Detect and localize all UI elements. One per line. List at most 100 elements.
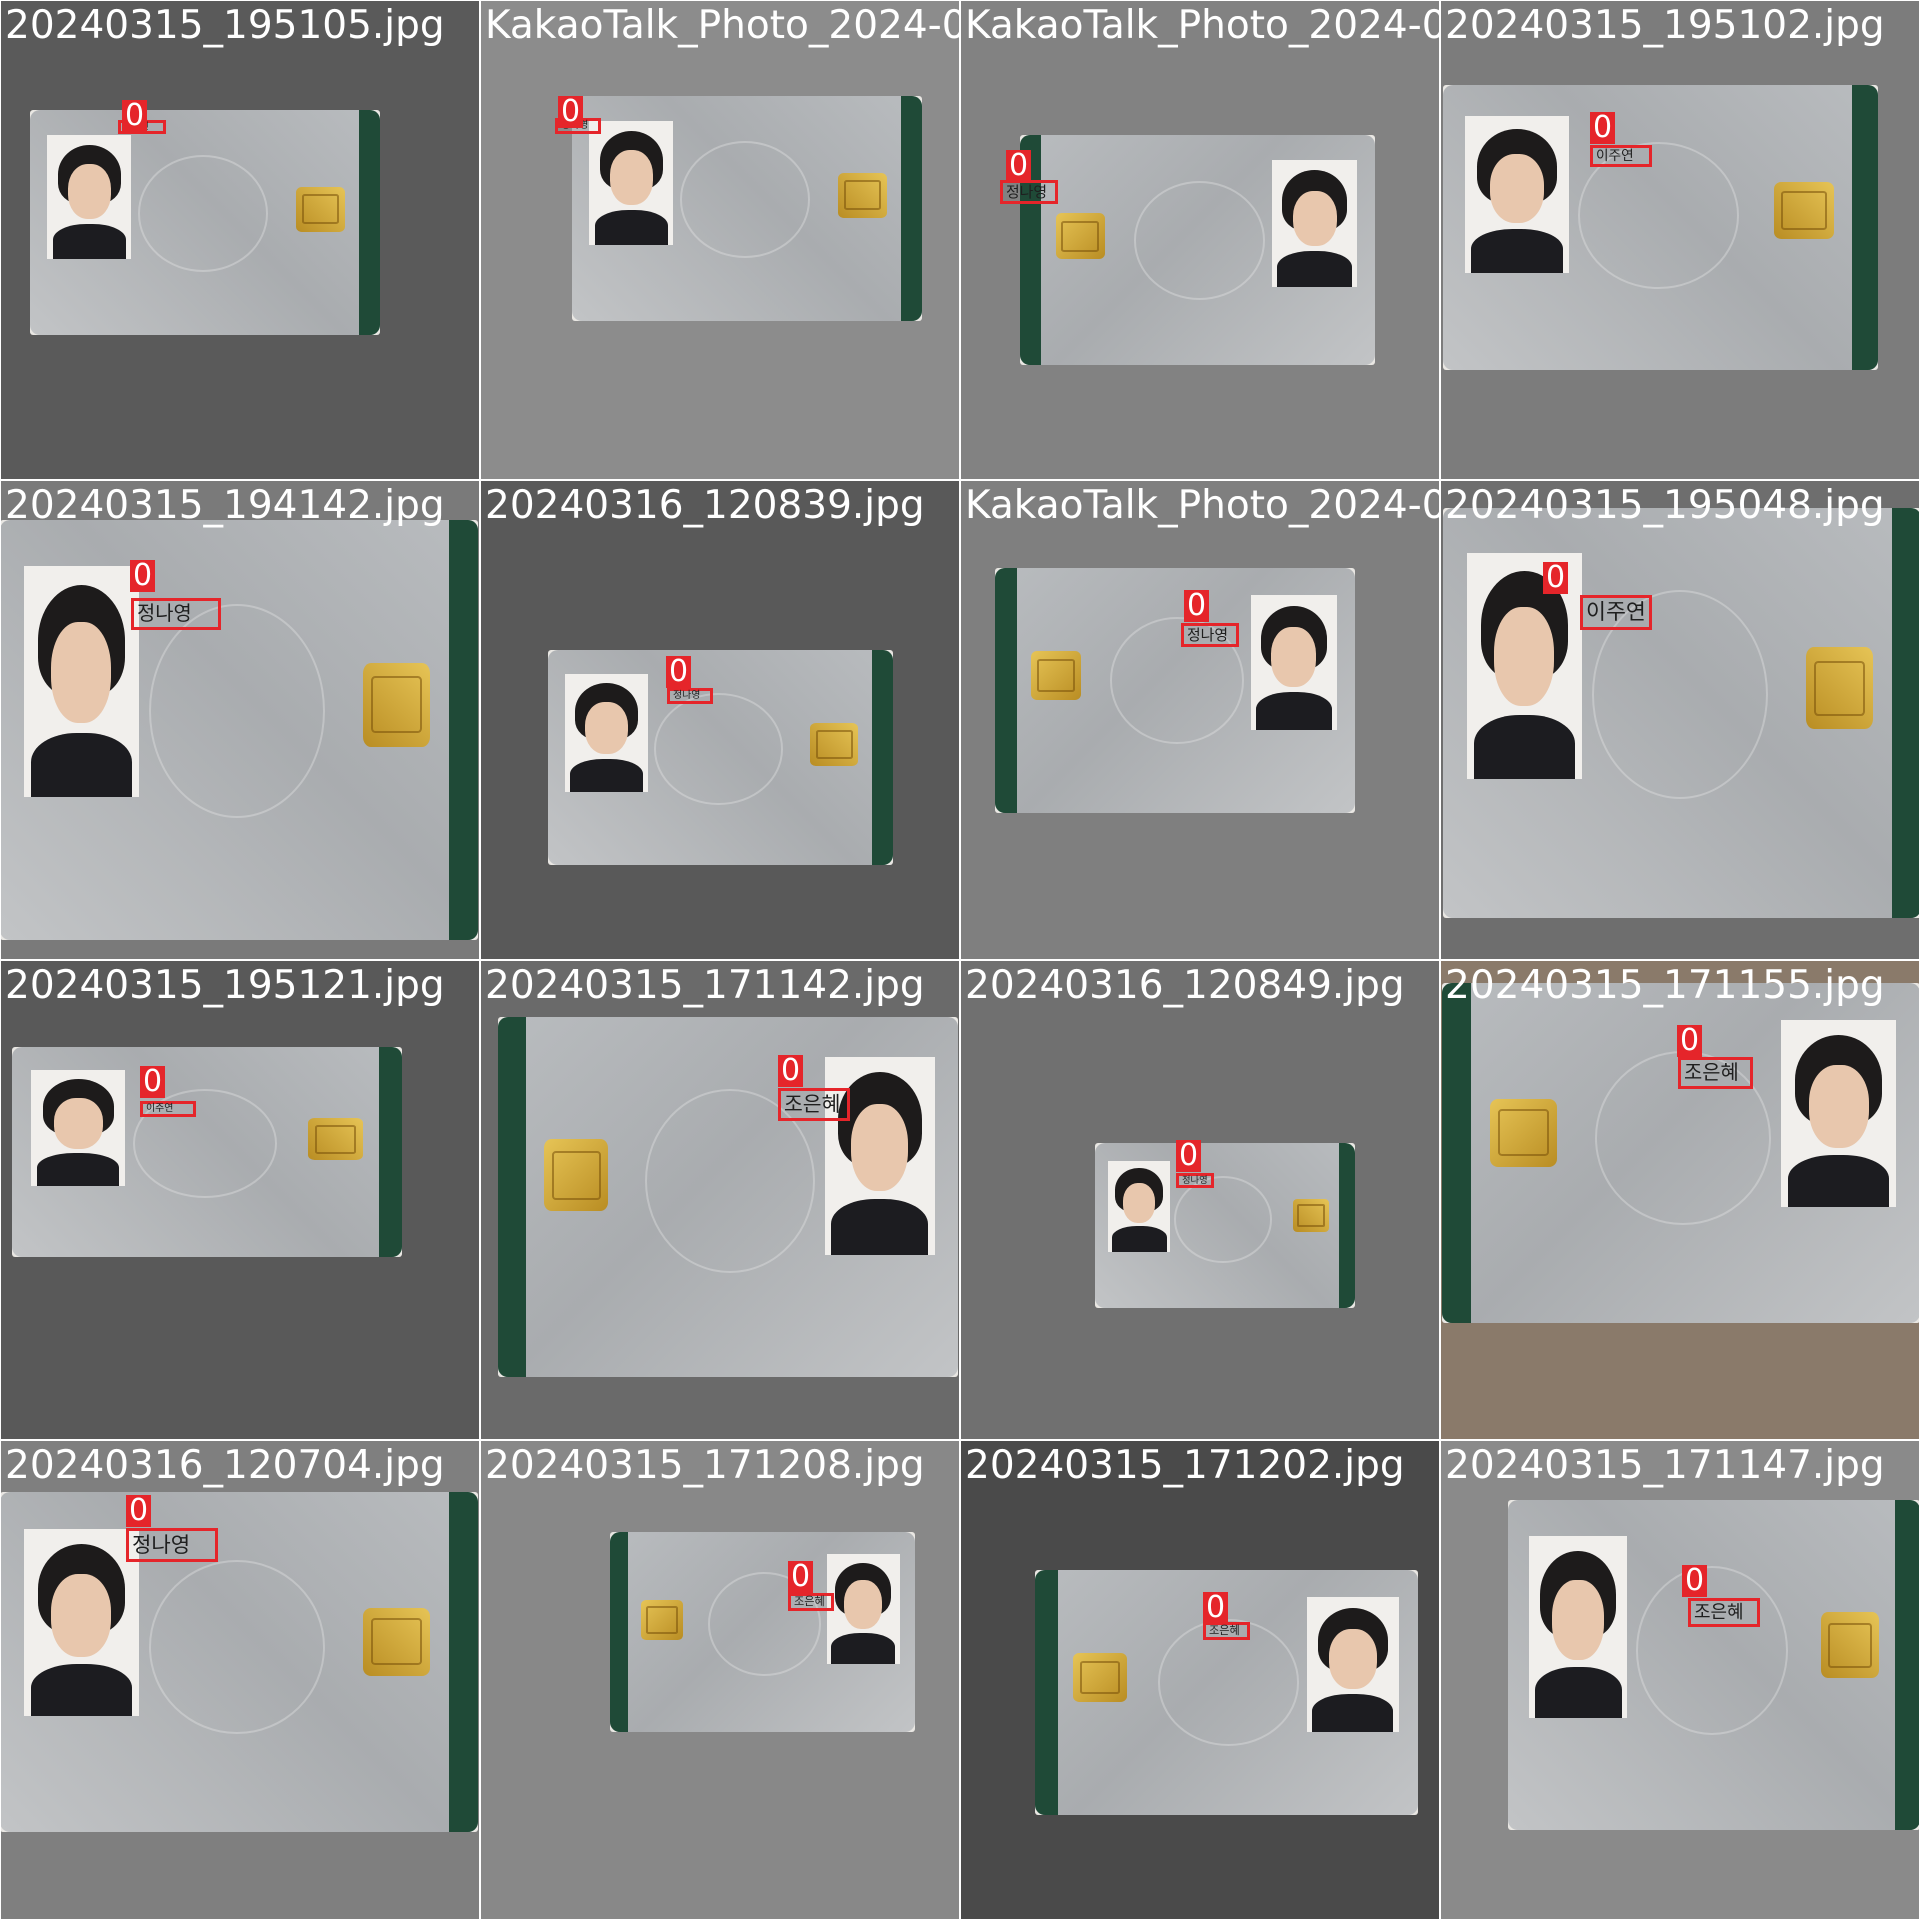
detected-name-text: 조은혜 (1209, 1624, 1240, 1637)
tile-filename: 20240315_195105.jpg (5, 3, 445, 48)
class-label-tag: 0 (666, 656, 692, 688)
mosaic-tile[interactable]: KakaoTalk_Photo_2024-03-16-14-40-01-010정… (481, 1, 959, 479)
student-id-card (1, 520, 478, 940)
mosaic-tile[interactable]: 20240315_195121.jpg 이주연 0 (1, 961, 479, 1439)
portrait-photo (1250, 594, 1337, 730)
chip-icon (544, 1139, 609, 1212)
detected-name-text: 조은혜 (1684, 1061, 1739, 1084)
university-seal-icon (138, 155, 268, 272)
detected-name-text: 조은혜 (794, 1595, 825, 1608)
class-label-tag: 0 (788, 1561, 814, 1593)
card-photo (572, 96, 922, 321)
university-seal-icon (1635, 1566, 1789, 1735)
detection-bbox: 이주연 (140, 1101, 196, 1117)
mosaic-tile[interactable]: 20240315_171155.jpg 조은혜 0 (1441, 961, 1919, 1439)
detected-name-text: 이주연 (1586, 600, 1646, 625)
card-edge-stripe (1895, 1500, 1919, 1830)
mosaic-tile[interactable]: KakaoTalk_Photo_2024-03-16-14-40-01-019 정… (961, 1, 1439, 479)
tile-filename: 20240316_120704.jpg (5, 1443, 445, 1488)
card-edge-stripe (449, 520, 478, 940)
portrait-photo (1781, 1020, 1897, 1208)
tile-filename: 20240315_171202.jpg (965, 1443, 1405, 1488)
mosaic-tile[interactable]: 20240316_120839.jpg 정나영 0 (481, 481, 959, 959)
tile-filename: 20240315_195102.jpg (1445, 3, 1885, 48)
class-label-tag: 0 (558, 96, 584, 128)
student-id-card (1508, 1500, 1919, 1830)
card-edge-stripe (995, 568, 1017, 813)
mosaic-tile[interactable]: 20240315_195102.jpg 이주연 0 (1441, 1, 1919, 479)
card-edge-stripe (610, 1532, 629, 1732)
portrait-photo (1306, 1596, 1399, 1732)
tile-filename: 20240316_120839.jpg (485, 483, 925, 528)
detection-bbox: 정나영 (1181, 623, 1239, 647)
detection-bbox: 조은혜 (1688, 1598, 1760, 1627)
mosaic-tile[interactable]: 20240315_195105.jpg이주연0 (1, 1, 479, 479)
mosaic-tile[interactable]: 20240316_120704.jpg 정나영 0 (1, 1441, 479, 1919)
class-label-tag: 0 (140, 1066, 166, 1098)
card-edge-stripe (1035, 1570, 1058, 1815)
mosaic-tile[interactable]: KakaoTalk_Photo_2024-03-16-14-40-01-048 정… (961, 481, 1439, 959)
mosaic-tile[interactable]: 20240316_120849.jpg 정나영 0 (961, 961, 1439, 1439)
card-photo (1020, 135, 1375, 365)
detected-name-text: 조은혜 (784, 1092, 841, 1116)
card-photo (1508, 1500, 1919, 1830)
detection-bbox: 정나영 (667, 688, 713, 704)
detected-name-text: 정나영 (1182, 1175, 1208, 1186)
chip-icon (1821, 1612, 1879, 1679)
card-edge-stripe (1339, 1143, 1355, 1308)
tile-filename: KakaoTalk_Photo_2024-03-16-14-40-01-048 (965, 483, 1439, 528)
card-photo (995, 568, 1355, 813)
student-id-card (1443, 85, 1878, 370)
student-id-card (572, 96, 922, 321)
card-photo (1443, 508, 1919, 918)
tile-filename: KakaoTalk_Photo_2024-03-16-14-40-01-019 (965, 3, 1439, 48)
tile-filename: 20240315_171208.jpg (485, 1443, 925, 1488)
class-label-tag: 0 (1006, 150, 1032, 182)
portrait-photo (23, 1529, 139, 1717)
portrait-photo (1108, 1161, 1171, 1252)
card-edge-stripe (1851, 85, 1878, 370)
student-id-card (1020, 135, 1375, 365)
tile-filename: 20240315_171155.jpg (1445, 963, 1885, 1008)
detected-name-text: 정나영 (132, 1532, 191, 1557)
card-photo (498, 1017, 958, 1377)
class-label-tag: 0 (1184, 590, 1210, 622)
card-photo (30, 110, 380, 335)
class-label-tag: 0 (130, 560, 156, 592)
portrait-photo (47, 134, 132, 259)
card-edge-stripe (1442, 983, 1471, 1323)
mosaic-tile[interactable]: 20240315_195048.jpg 이주연 0 (1441, 481, 1919, 959)
mosaic-tile[interactable]: 20240315_194142.jpg 정나영 0 (1, 481, 479, 959)
mosaic-tile[interactable]: 20240315_171208.jpg 조은혜 0 (481, 1441, 959, 1919)
chip-icon (308, 1118, 363, 1161)
card-photo (610, 1532, 915, 1732)
card-edge-stripe (1892, 508, 1919, 918)
class-label-tag: 0 (1590, 112, 1616, 144)
chip-icon (1055, 213, 1106, 260)
detection-bbox: 정나영 (131, 598, 221, 630)
card-edge-stripe (359, 110, 380, 335)
student-id-card (610, 1532, 915, 1732)
student-id-card (12, 1047, 402, 1257)
mosaic-grid: 20240315_195105.jpg이주연0KakaoTalk_Photo_2… (0, 0, 1920, 1920)
mosaic-tile[interactable]: 20240315_171202.jpg 조은혜 0 (961, 1441, 1439, 1919)
chip-icon (1073, 1653, 1127, 1703)
card-edge-stripe (449, 1492, 478, 1832)
class-label-tag: 0 (778, 1055, 804, 1087)
portrait-photo (824, 1056, 935, 1255)
university-seal-icon (148, 604, 326, 818)
detection-bbox: 정나영 (126, 1528, 218, 1562)
tile-filename: KakaoTalk_Photo_2024-03-16-14-40-01-010 (485, 3, 959, 48)
card-edge-stripe (901, 96, 922, 321)
class-label-tag: 0 (126, 1495, 152, 1527)
university-seal-icon (680, 141, 810, 258)
university-seal-icon (1174, 1176, 1272, 1263)
detected-name-text: 정나영 (1187, 626, 1229, 644)
detected-name-text: 정나영 (137, 602, 192, 625)
chip-icon (1489, 1098, 1557, 1167)
student-id-card (1, 1492, 478, 1832)
card-edge-stripe (498, 1017, 526, 1377)
mosaic-tile[interactable]: 20240315_171147.jpg 조은혜 0 (1441, 1441, 1919, 1919)
chip-icon (296, 186, 345, 232)
mosaic-tile[interactable]: 20240315_171142.jpg 조은혜 0 (481, 961, 959, 1439)
